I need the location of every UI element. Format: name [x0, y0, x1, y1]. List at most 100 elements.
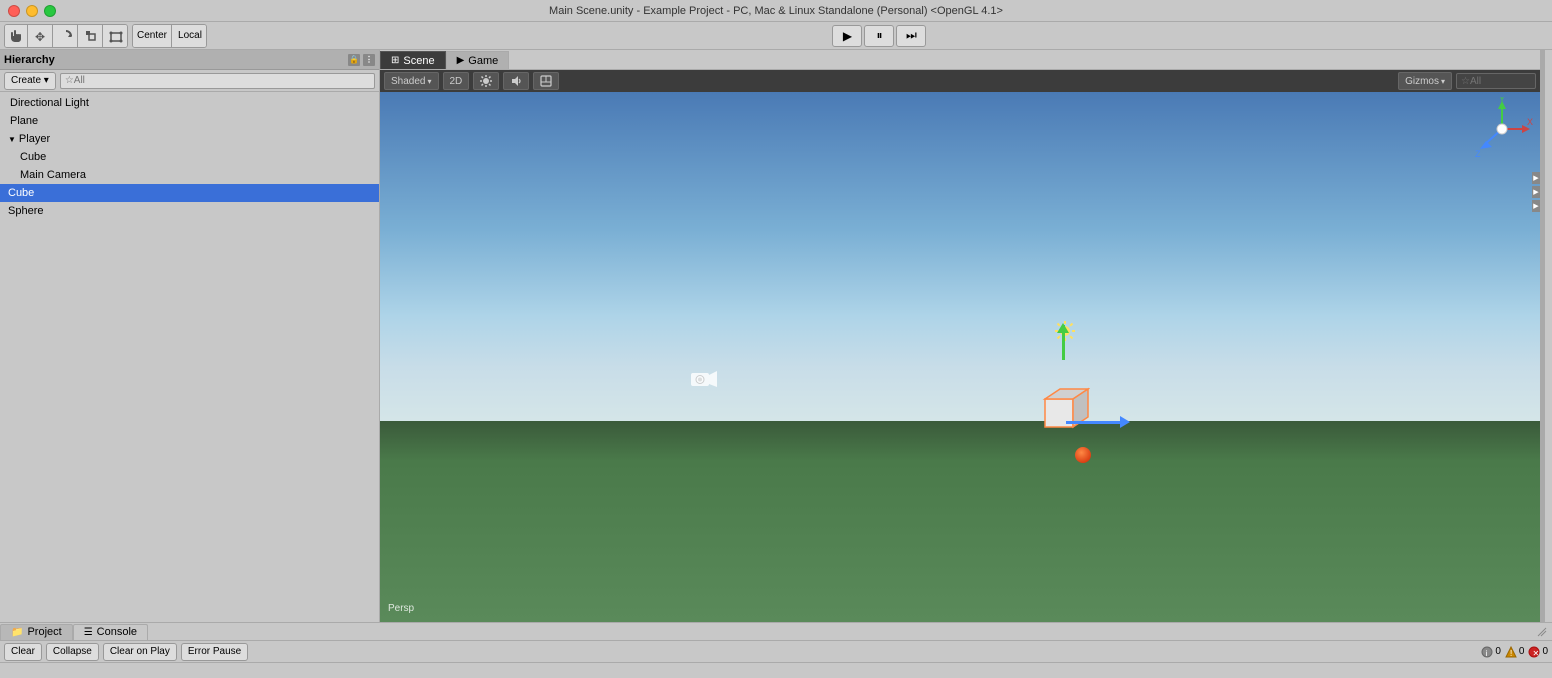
- close-button[interactable]: [8, 5, 20, 17]
- warning-icon: !: [1505, 646, 1517, 658]
- hierarchy-item-plane[interactable]: Plane: [0, 112, 379, 130]
- clear-label: Clear: [11, 646, 35, 657]
- view-tabs: ⊞ Scene ▶ Game: [380, 50, 1540, 70]
- rect-tool-button[interactable]: [105, 25, 127, 47]
- error-pause-label: Error Pause: [188, 646, 241, 657]
- y-axis-arrow: [1062, 325, 1065, 360]
- collapse-label: Collapse: [53, 646, 92, 657]
- game-tab[interactable]: ▶ Game: [446, 51, 510, 69]
- more-icon[interactable]: ⋮: [363, 54, 375, 66]
- minimize-button[interactable]: [26, 5, 38, 17]
- main-toolbar: ✥: [0, 22, 1552, 50]
- scene-tab-icon: ⊞: [391, 55, 399, 66]
- collapse-mid-button[interactable]: ▶: [1532, 186, 1540, 198]
- bottom-tabs: 📁 Project ☰ Console: [0, 623, 1552, 641]
- error-count: 0: [1542, 646, 1548, 657]
- expand-arrow-icon: ▼: [8, 135, 16, 144]
- create-button[interactable]: Create ▾: [4, 72, 56, 90]
- svg-text:✥: ✥: [35, 30, 45, 43]
- lock-icon[interactable]: 🔒: [348, 54, 360, 66]
- hierarchy-title: Hierarchy: [4, 54, 55, 66]
- item-label: Player: [19, 133, 50, 145]
- pause-button[interactable]: ⏸: [864, 25, 894, 47]
- hierarchy-item-cube-child[interactable]: Cube: [0, 148, 379, 166]
- hierarchy-item-sphere[interactable]: Sphere: [0, 202, 379, 220]
- svg-text:✕: ✕: [1533, 649, 1540, 658]
- clear-button[interactable]: Clear: [4, 643, 42, 661]
- item-label: Cube: [20, 151, 46, 163]
- console-counts: i 0 ! 0 ✕: [1481, 646, 1548, 658]
- scale-icon: [84, 29, 98, 43]
- collapse-bot-button[interactable]: ▶: [1532, 200, 1540, 212]
- scene-tab[interactable]: ⊞ Scene: [380, 51, 446, 69]
- hierarchy-item-player[interactable]: ▼ Player: [0, 130, 379, 148]
- project-tab-icon: 📁: [11, 627, 23, 638]
- maximize-button[interactable]: [44, 5, 56, 17]
- fx-icon: [540, 75, 552, 87]
- inspector-resize-handle[interactable]: [1541, 50, 1545, 622]
- scene-search-input[interactable]: [1456, 73, 1536, 89]
- clear-on-play-button[interactable]: Clear on Play: [103, 643, 177, 661]
- gizmos-arrow: ▾: [1441, 77, 1445, 86]
- hierarchy-item-main-camera[interactable]: Main Camera: [0, 166, 379, 184]
- svg-text:Y: Y: [1499, 97, 1505, 104]
- svg-text:i: i: [1486, 649, 1488, 658]
- item-label: Sphere: [8, 205, 43, 217]
- pivot-group: Center Local: [132, 24, 207, 48]
- move-tool-button[interactable]: ✥: [30, 25, 53, 47]
- audio-icon: [510, 75, 522, 87]
- scene-area: ⊞ Scene ▶ Game Shaded ▾ 2D: [380, 50, 1540, 622]
- center-button[interactable]: Center: [133, 25, 172, 47]
- sun-icon: [480, 75, 492, 87]
- z-axis-arrow: [1066, 421, 1126, 424]
- clear-on-play-label: Clear on Play: [110, 646, 170, 657]
- rect-icon: [109, 29, 123, 43]
- warn-count: 0: [1519, 646, 1525, 657]
- play-button[interactable]: ▶: [832, 25, 862, 47]
- console-toolbar: Clear Collapse Clear on Play Error Pause…: [0, 641, 1552, 663]
- item-label: Directional Light: [10, 97, 89, 109]
- bottom-resize-handle[interactable]: [1536, 626, 1552, 638]
- scale-tool-button[interactable]: [80, 25, 103, 47]
- error-pause-button[interactable]: Error Pause: [181, 643, 248, 661]
- hand-icon: [9, 29, 23, 43]
- perspective-label: Persp: [388, 603, 414, 614]
- center-label: Center: [137, 30, 167, 41]
- hierarchy-search-input[interactable]: [60, 73, 375, 89]
- audio-button[interactable]: [503, 72, 529, 90]
- 2d-button[interactable]: 2D: [443, 72, 470, 90]
- fx-button[interactable]: [533, 72, 559, 90]
- item-label: Main Camera: [20, 169, 86, 181]
- local-button[interactable]: Local: [174, 25, 206, 47]
- hierarchy-item-cube-selected[interactable]: Cube: [0, 184, 379, 202]
- console-tab[interactable]: ☰ Console: [73, 624, 148, 640]
- hand-tool-button[interactable]: [5, 25, 28, 47]
- rotate-icon: [59, 29, 73, 43]
- shaded-arrow: ▾: [427, 77, 431, 86]
- scene-viewport[interactable]: Persp: [380, 92, 1540, 622]
- error-count-badge: ✕ 0: [1528, 646, 1548, 658]
- sky-background: [380, 92, 1540, 437]
- 2d-label: 2D: [450, 76, 463, 87]
- scene-toolbar-right: Gizmos ▾: [1398, 72, 1536, 90]
- collapse-button[interactable]: Collapse: [46, 643, 99, 661]
- hierarchy-content: Directional Light Plane ▼ Player Cube M: [0, 92, 379, 622]
- middle-row: Hierarchy 🔒 ⋮ Create ▾ Directional L: [0, 50, 1552, 622]
- scene-gizmo-overlay: X Y Z: [1470, 97, 1535, 165]
- step-button[interactable]: ⏭: [896, 25, 926, 47]
- rotate-tool-button[interactable]: [55, 25, 78, 47]
- collapse-top-button[interactable]: ▶: [1532, 172, 1540, 184]
- console-tab-label: Console: [97, 626, 137, 638]
- lighting-button[interactable]: [473, 72, 499, 90]
- hierarchy-item-directional-light[interactable]: Directional Light: [0, 94, 379, 112]
- info-icon: i: [1481, 646, 1493, 658]
- pause-icon: ⏸: [876, 28, 882, 43]
- shaded-button[interactable]: Shaded ▾: [384, 72, 439, 90]
- info-count-badge: i 0: [1481, 646, 1501, 658]
- shaded-label: Shaded: [391, 76, 425, 87]
- gizmos-button[interactable]: Gizmos ▾: [1398, 72, 1452, 90]
- project-tab[interactable]: 📁 Project: [0, 624, 73, 640]
- item-label: Cube: [8, 187, 34, 199]
- window-title: Main Scene.unity - Example Project - PC,…: [549, 5, 1003, 17]
- game-tab-label: Game: [468, 55, 498, 67]
